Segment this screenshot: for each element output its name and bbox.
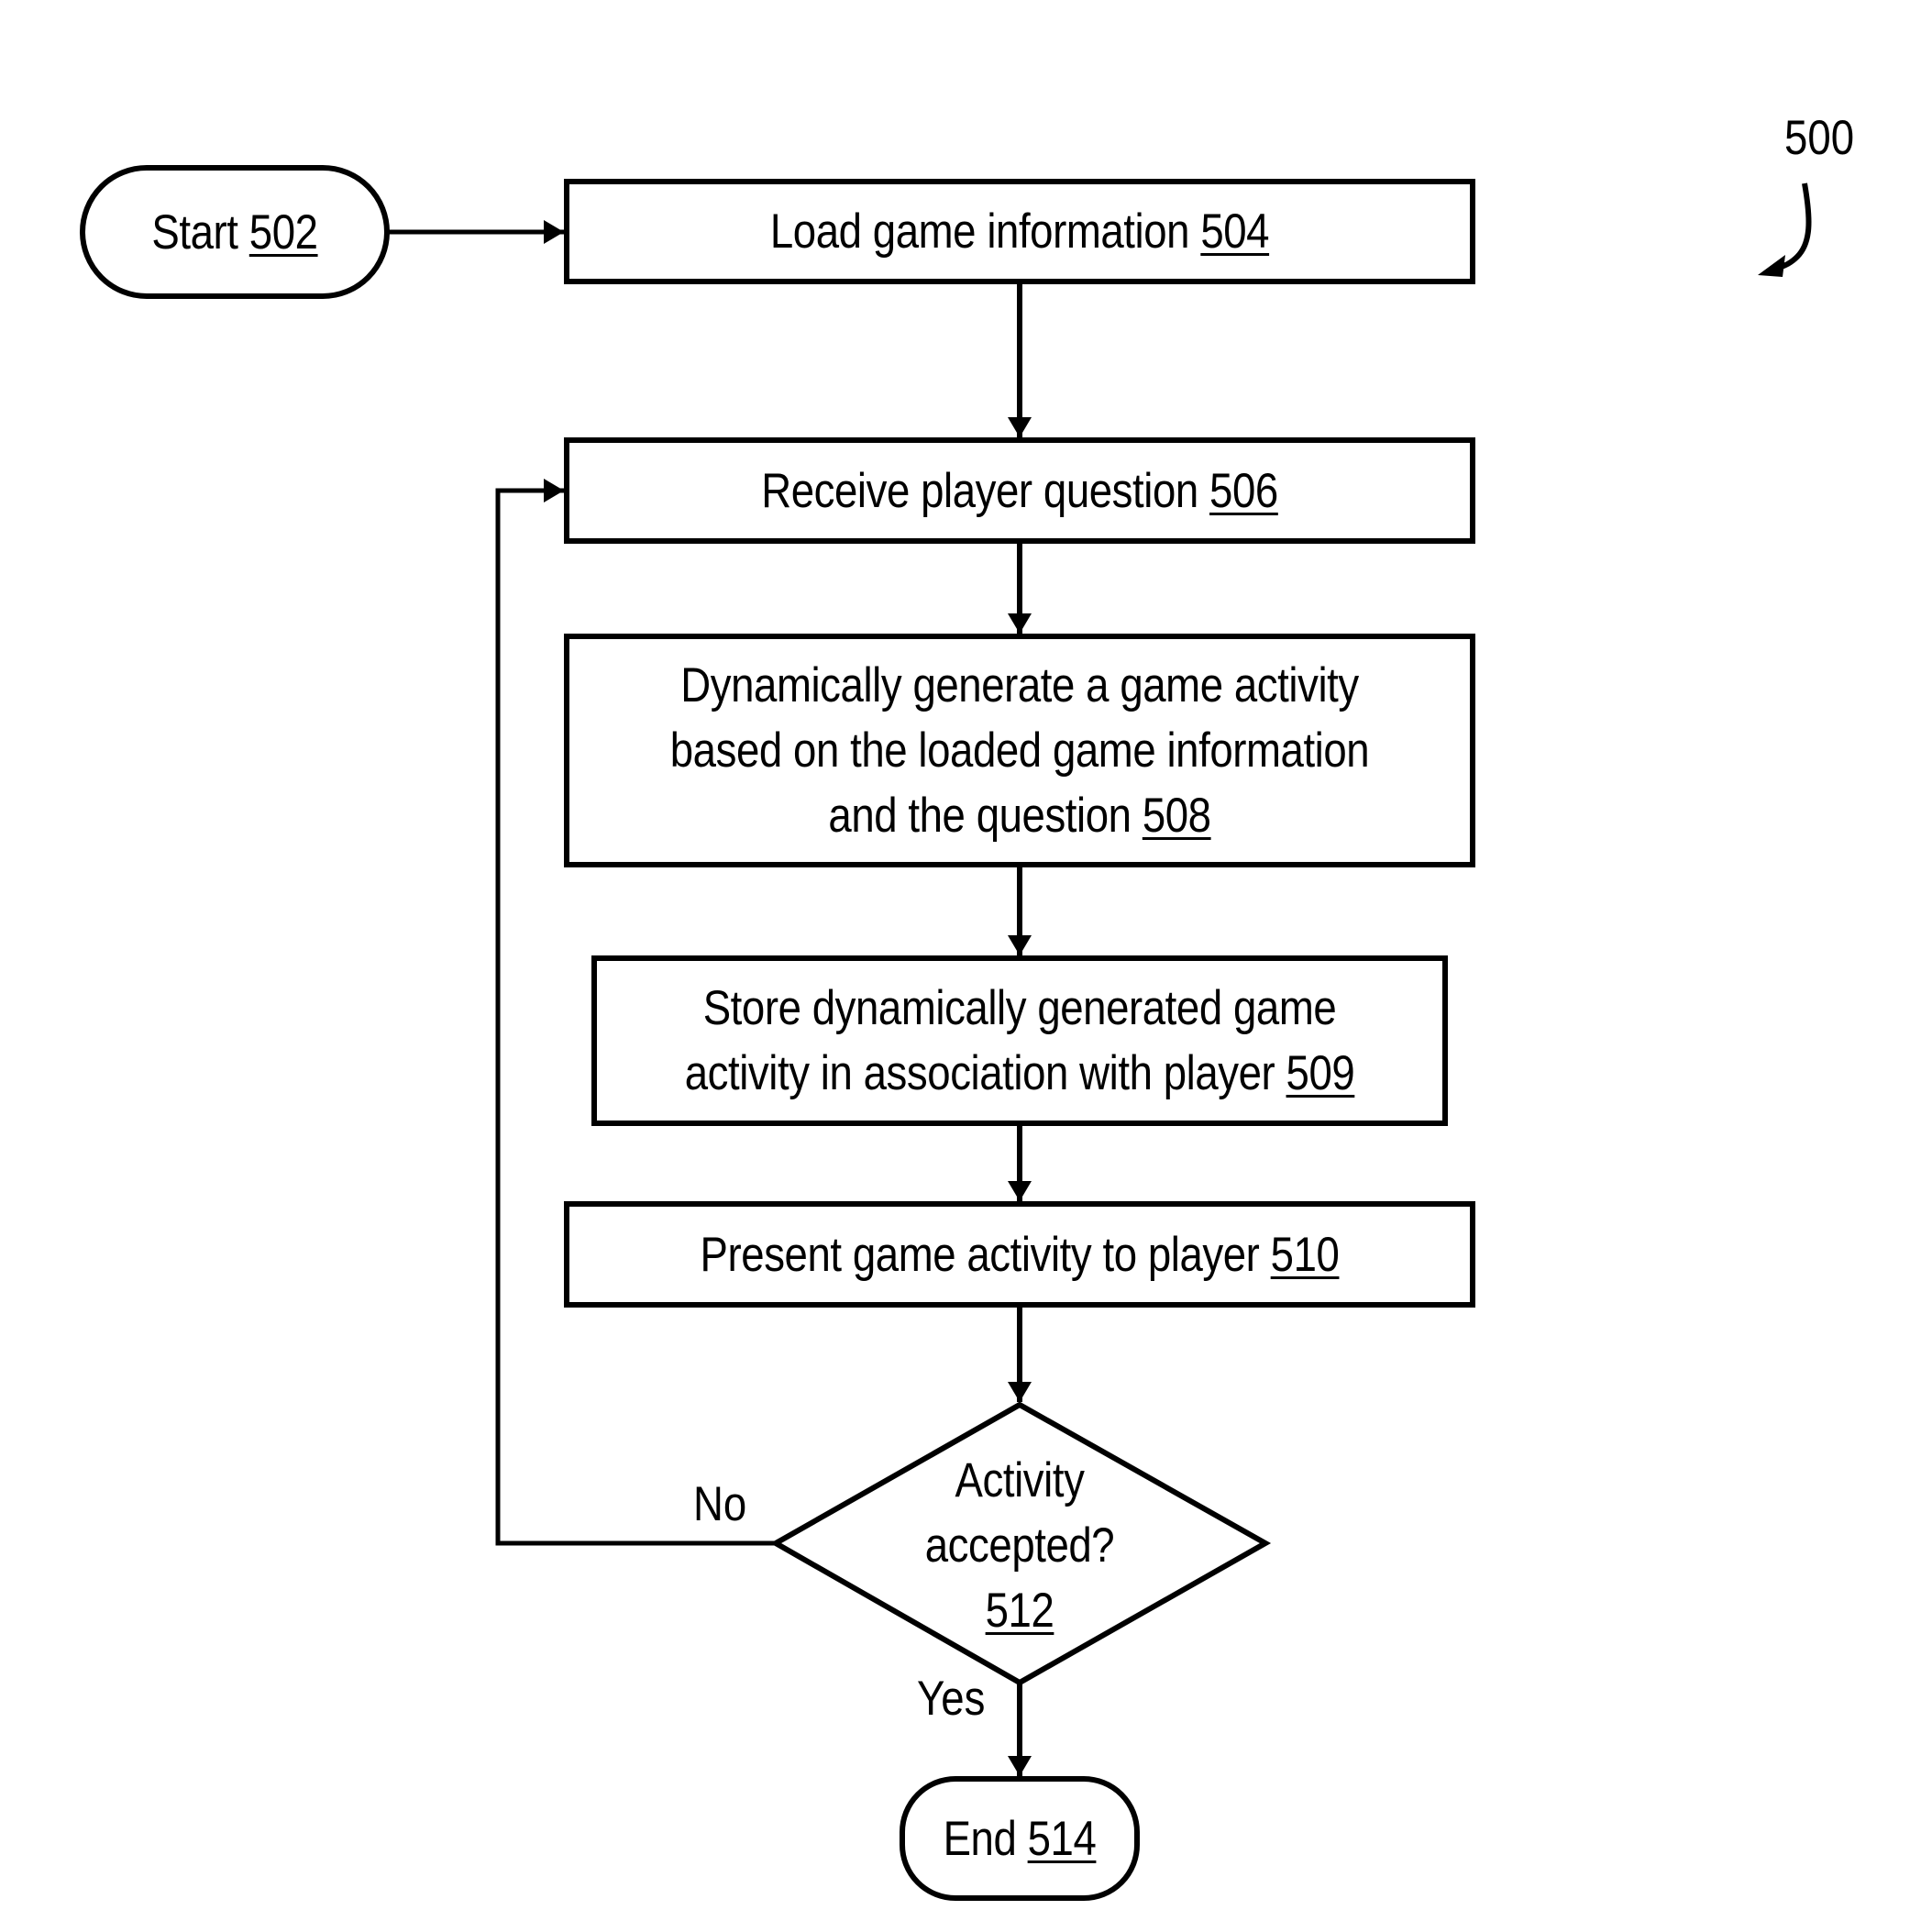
receive-ref: 506 xyxy=(1209,463,1278,518)
decision-line-2: accepted? xyxy=(924,1518,1115,1573)
yes-branch-label: Yes xyxy=(917,1672,986,1726)
activity-accepted-decision-node[interactable]: Activity accepted? 512 xyxy=(889,1444,1151,1646)
load-ref: 504 xyxy=(1200,204,1270,259)
start-node[interactable]: Start 502 xyxy=(104,168,366,296)
start-ref: 502 xyxy=(248,204,318,259)
present-text: Present game activity to player xyxy=(700,1227,1260,1282)
receive-text: Receive player question xyxy=(761,463,1198,518)
figure-ref-label: 500 xyxy=(1784,111,1855,165)
generate-line-3-wrap: and the question 508 xyxy=(828,783,1211,848)
generate-line-3: and the question xyxy=(828,789,1132,843)
load-text: Load game information xyxy=(769,204,1190,259)
end-text: End xyxy=(943,1811,1017,1866)
store-line-1: Store dynamically generated game xyxy=(702,981,1337,1035)
end-ref: 514 xyxy=(1027,1811,1097,1866)
present-ref: 510 xyxy=(1270,1227,1340,1282)
receive-player-question-node[interactable]: Receive player question 506 xyxy=(630,440,1409,541)
store-line-2-wrap: activity in association with player 509 xyxy=(685,1041,1355,1106)
present-game-activity-node[interactable]: Present game activity to player 510 xyxy=(630,1204,1409,1305)
end-node[interactable]: End 514 xyxy=(919,1779,1121,1898)
store-line-2: activity in association with player xyxy=(684,1046,1275,1100)
figure-ref-arrowhead-icon xyxy=(1758,255,1785,277)
decision-line-1: Activity xyxy=(955,1452,1085,1507)
decision-ref: 512 xyxy=(985,1583,1054,1638)
generate-game-activity-node[interactable]: Dynamically generate a game activity bas… xyxy=(630,636,1409,865)
store-game-activity-node[interactable]: Store dynamically generated game activit… xyxy=(654,958,1386,1123)
load-game-information-node[interactable]: Load game information 504 xyxy=(630,182,1409,282)
figure-ref-curved-arrow-icon xyxy=(1777,182,1812,270)
generate-ref: 508 xyxy=(1142,789,1211,843)
generate-line-1: Dynamically generate a game activity xyxy=(680,658,1359,712)
generate-line-2: based on the loaded game information xyxy=(669,723,1370,778)
store-ref: 509 xyxy=(1286,1046,1355,1100)
no-branch-label: No xyxy=(693,1477,747,1531)
start-text: Start xyxy=(151,204,238,259)
